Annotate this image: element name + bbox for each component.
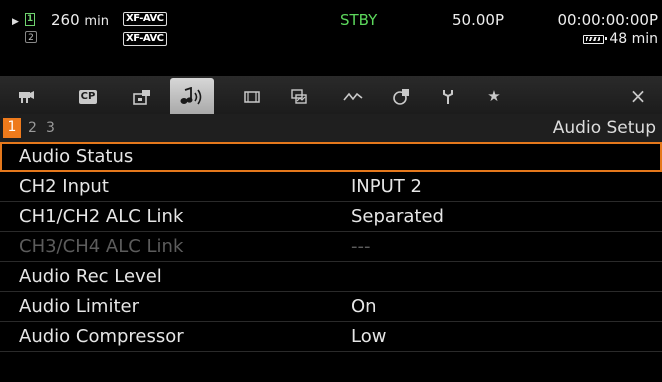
audio-setup-icon (180, 86, 202, 104)
menu-item-value: Low (351, 326, 387, 347)
tab-video-setup[interactable] (232, 81, 272, 111)
menu-item-label: CH2 Input (19, 176, 109, 197)
media-remaining-unit: min (84, 14, 109, 29)
menu-item-ch2-input[interactable]: CH2 Input INPUT 2 (0, 172, 662, 202)
recording-status: STBY (340, 11, 378, 29)
menu-item-value: --- (351, 236, 371, 257)
tc-ub-setup-icon (343, 92, 363, 101)
close-button[interactable]: × (618, 81, 658, 111)
tab-recording-media[interactable] (122, 81, 162, 111)
menu-item-audio-rec-level[interactable]: Audio Rec Level (0, 262, 662, 292)
menu-item-ch3-ch4-alc-link: CH3/CH4 ALC Link --- (0, 232, 662, 262)
menu-item-audio-status[interactable]: Audio Status (0, 142, 662, 172)
tab-camera-setup[interactable] (6, 81, 46, 111)
card-slot-1-icon: 1 (25, 13, 35, 26)
menu-empty-row (0, 352, 662, 382)
menu-item-label: Audio Status (19, 146, 134, 167)
close-icon: × (629, 84, 647, 108)
media-remaining-value: 260 (51, 11, 80, 29)
recording-media-icon (133, 89, 150, 105)
menu-item-value: INPUT 2 (351, 176, 422, 197)
tab-lcd-vf-setup[interactable] (279, 81, 319, 111)
wrench-icon (443, 89, 453, 104)
timecode: 00:00:00:00P (557, 12, 658, 28)
menu-item-label: CH3/CH4 ALC Link (19, 236, 184, 257)
menu-item-value: Separated (351, 206, 444, 227)
menu-item-value: On (351, 296, 377, 317)
tab-audio-setup[interactable] (170, 78, 214, 114)
menu-item-label: Audio Compressor (19, 326, 184, 347)
battery-icon (583, 34, 608, 44)
tab-tc-ub-setup[interactable] (333, 81, 373, 111)
battery-remaining: 48 (609, 31, 628, 47)
tab-custom-picture[interactable]: CP (68, 81, 108, 111)
timecode-value: 00:00:00:00 (557, 11, 649, 29)
custom-picture-icon: CP (78, 89, 98, 104)
menu-item-label: CH1/CH2 ALC Link (19, 206, 184, 227)
page-title: Audio Setup (552, 118, 656, 138)
menu-item-label: Audio Limiter (19, 296, 139, 317)
card-slot-2-icon: 2 (25, 31, 37, 43)
battery-unit: min (631, 31, 658, 47)
system-setup-icon (393, 88, 409, 105)
camera-setup-icon (19, 90, 34, 103)
menu-item-audio-compressor[interactable]: Audio Compressor Low (0, 322, 662, 352)
page-2-tab[interactable]: 2 (28, 119, 37, 137)
slot-number: 1 (26, 14, 34, 24)
page-3-tab[interactable]: 3 (46, 119, 55, 137)
lcd-vf-setup-icon (291, 88, 307, 104)
my-menu-star-icon: ★ (487, 87, 501, 105)
media-remaining: 260 min (51, 12, 109, 30)
page-indicator-bar: 1 2 3 Audio Setup (0, 114, 662, 142)
status-bar: ▶ 1 2 260 min XF-AVC XF-AVC STBY 50.00P … (0, 0, 662, 76)
playback-icon: ▶ (12, 17, 19, 27)
recording-format-1: XF-AVC (123, 12, 167, 26)
recording-format-2: XF-AVC (123, 32, 167, 46)
menu-item-label: Audio Rec Level (19, 266, 162, 287)
menu-tab-bar: CP ★ × (0, 76, 662, 114)
menu-item-audio-limiter[interactable]: Audio Limiter On (0, 292, 662, 322)
timecode-suffix: P (648, 11, 658, 29)
page-1-tab[interactable]: 1 (3, 118, 21, 138)
battery-status: 48 min (583, 31, 658, 47)
tab-system-setup[interactable] (381, 81, 421, 111)
frame-rate: 50.00P (452, 11, 504, 29)
tab-my-menu[interactable]: ★ (474, 81, 514, 111)
tab-wrench[interactable] (428, 81, 468, 111)
video-setup-icon (244, 90, 260, 103)
menu-item-ch1-ch2-alc-link[interactable]: CH1/CH2 ALC Link Separated (0, 202, 662, 232)
audio-setup-menu: Audio Status CH2 Input INPUT 2 CH1/CH2 A… (0, 142, 662, 382)
